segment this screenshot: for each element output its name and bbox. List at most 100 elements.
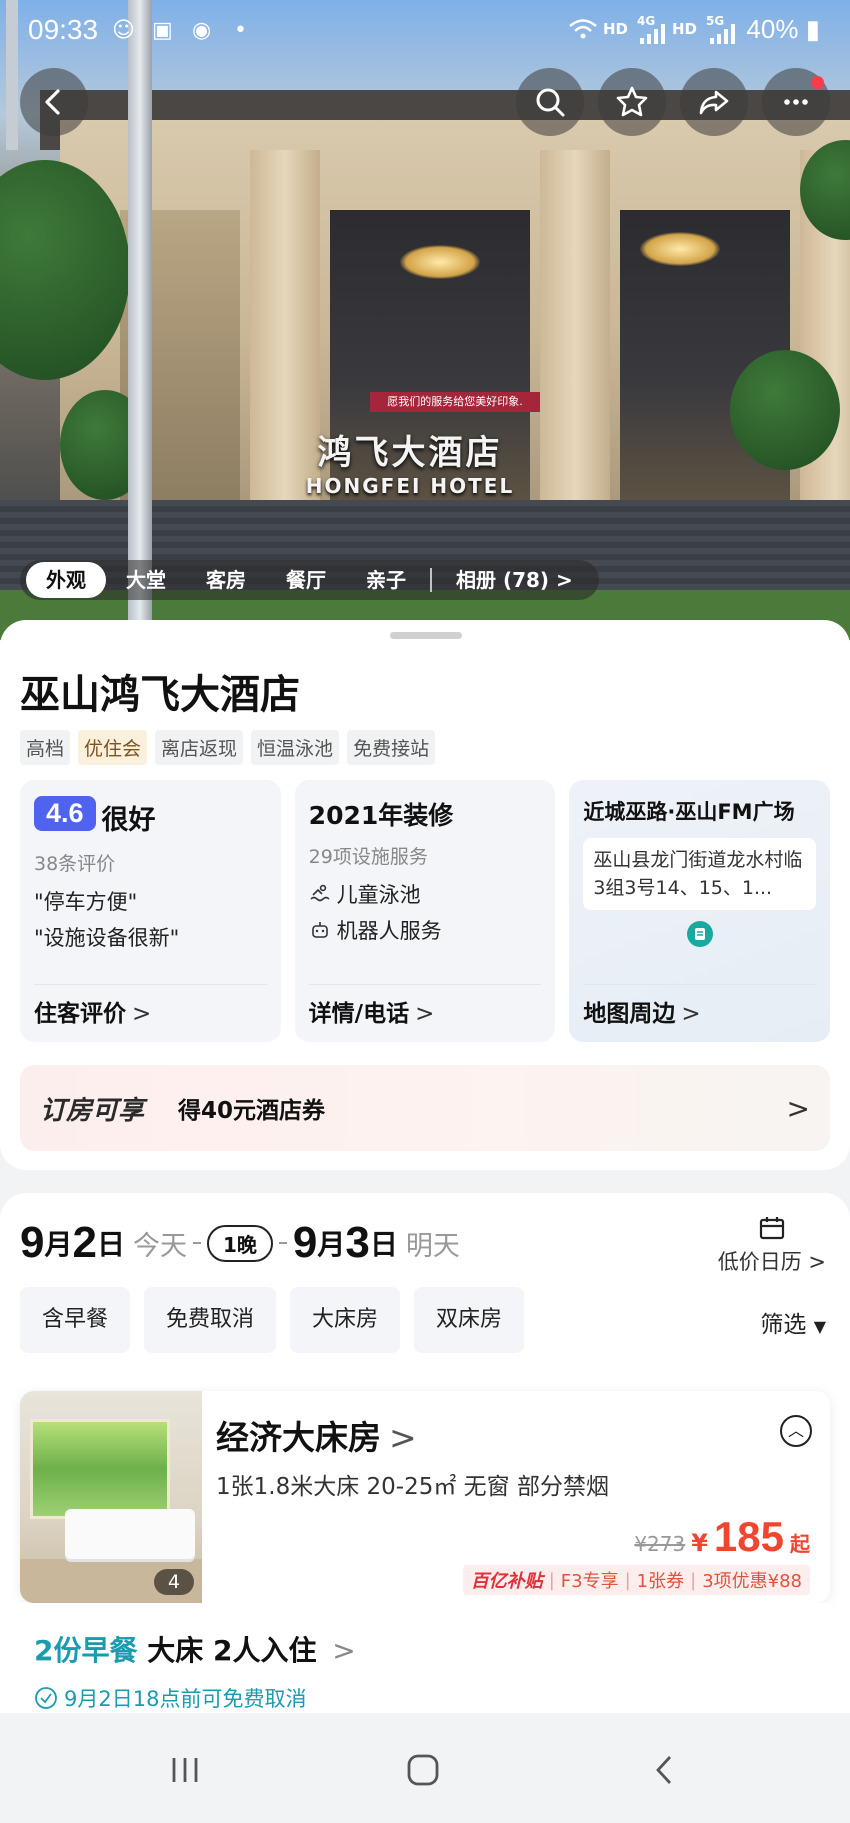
facility-card[interactable]: 2021年装修 29项设施服务 儿童泳池 机器人服务 详情/电话 > xyxy=(294,780,556,1042)
room-photo-bed xyxy=(65,1509,195,1559)
deal-divider: | xyxy=(690,1569,697,1591)
room-card[interactable]: 4 经济大床房 > ︿ 1张1.8米大床 20-25㎡ 无窗 部分禁烟 ¥273 … xyxy=(20,1391,830,1603)
review-link[interactable]: 住客评价 > xyxy=(34,984,267,1042)
photo-tab-restaurant[interactable]: 餐厅 xyxy=(266,562,346,598)
share-icon xyxy=(699,90,729,115)
low-price-calendar-button[interactable]: 低价日历 > xyxy=(718,1215,826,1276)
more-notifications-dot: • xyxy=(234,18,247,43)
more-icon xyxy=(784,99,808,105)
signal-icon xyxy=(708,24,736,50)
hotel-tag: 恒温泳池 xyxy=(251,730,340,765)
rate-guests: 2人入住 xyxy=(213,1634,317,1667)
chevron-up-icon: ︿ xyxy=(787,1421,804,1440)
date-dash xyxy=(193,1242,201,1244)
check-circle-icon xyxy=(35,1687,57,1709)
map-pin-icon xyxy=(686,921,713,947)
hotel-tag-member[interactable]: 优住会 xyxy=(78,730,148,765)
rate-plan-title: 2份早餐 大床 2人入住 > xyxy=(34,1629,356,1669)
details-link[interactable]: 详情/电话 > xyxy=(308,984,542,1042)
review-quote: "停车方便" xyxy=(34,890,138,914)
calendar-icon xyxy=(759,1217,784,1240)
date-selector[interactable]: 9月2日 今天 1晚 9月3日 明天 xyxy=(20,1213,830,1273)
signal-icon xyxy=(638,24,666,50)
free-cancel-note: 9月2日18点前可免费取消 xyxy=(34,1683,306,1713)
chevron-right-icon: > xyxy=(332,1634,356,1667)
filter-label: 筛选 xyxy=(760,1312,807,1338)
photo-category-tabs: 外观 大堂 客房 餐厅 亲子 相册 (78) > xyxy=(20,560,599,600)
hero-tree xyxy=(730,350,840,470)
recent-apps-button[interactable] xyxy=(168,1753,202,1791)
review-card[interactable]: 4.6 很好 38条评价 "停车方便" "设施设备很新" 住客评价 > xyxy=(20,780,281,1042)
deal-item: F3专享 xyxy=(560,1571,619,1592)
location-title: 近城巫路·巫山FM广场 xyxy=(583,800,795,824)
app-notification-icon: ◉ xyxy=(192,18,212,43)
month-char: 月 xyxy=(44,1228,73,1261)
hotel-tag: 离店返现 xyxy=(155,730,244,765)
hotel-tag: 高档 xyxy=(20,730,71,765)
renovation-year: 2021年装修 xyxy=(308,801,454,830)
filter-chip-twin-bed[interactable]: 双床房 xyxy=(414,1287,525,1353)
photo-tab-exterior[interactable]: 外观 xyxy=(26,562,106,598)
promo-text: 得40元酒店券 xyxy=(178,1098,326,1124)
caret-down-icon: ▼ xyxy=(813,1317,826,1336)
map-pin xyxy=(583,920,816,952)
room-spec: 1张1.8米大床 20-25㎡ 无窗 部分禁烟 xyxy=(216,1474,609,1500)
room-photo[interactable]: 4 xyxy=(20,1391,202,1603)
filter-chip-king-bed[interactable]: 大床房 xyxy=(290,1287,401,1353)
hero-flagpole xyxy=(128,0,152,620)
back-button[interactable] xyxy=(20,68,88,136)
checkin-label: 今天 xyxy=(133,1230,187,1262)
system-back-icon xyxy=(656,1756,672,1784)
room-filter-chips: 含早餐 免费取消 大床房 双床房 xyxy=(20,1287,525,1353)
hotel-sign-cn: 鸿飞大酒店 xyxy=(317,433,503,473)
system-nav-bar xyxy=(0,1723,850,1823)
room-deals[interactable]: 百亿补贴 | F3专享 | 1张券 | 3项优惠¥88 xyxy=(462,1565,810,1595)
facility-count: 29项设施服务 xyxy=(308,846,428,868)
battery-icon: ▮ xyxy=(805,14,820,44)
details-link-label: 详情/电话 xyxy=(308,1001,410,1027)
review-score-word: 很好 xyxy=(101,805,156,836)
checkout-day: 3 xyxy=(345,1218,370,1267)
filter-chip-free-cancel[interactable]: 免费取消 xyxy=(144,1287,277,1353)
chevron-right-icon: > xyxy=(556,568,573,592)
photo-tabs-divider xyxy=(430,568,432,592)
filter-button[interactable]: 筛选 ▼ xyxy=(760,1305,826,1339)
photo-tab-family[interactable]: 亲子 xyxy=(346,562,426,598)
hero-banner: 愿我们的服务给您美好印象. xyxy=(370,392,540,412)
nights-count: 1晚 xyxy=(207,1224,273,1262)
search-button[interactable] xyxy=(516,68,584,136)
rate-plan[interactable]: 2份早餐 大床 2人入住 > 9月2日18点前可免费取消 xyxy=(20,1603,830,1713)
rate-breakfast: 2份早餐 xyxy=(34,1634,138,1667)
photo-album-link[interactable]: 相册 (78) > xyxy=(436,562,593,598)
month-char: 月 xyxy=(317,1228,346,1261)
share-button[interactable] xyxy=(680,68,748,136)
sheet-grabber[interactable] xyxy=(390,632,462,639)
deal-item: 3项优惠¥88 xyxy=(702,1571,802,1592)
star-icon xyxy=(616,86,648,117)
hotel-tags: 高档 优住会 离店返现 恒温泳池 免费接站 xyxy=(20,730,436,765)
booking-sheet: 9月2日 今天 1晚 9月3日 明天 低价日历 > 含早餐 免费取消 大床房 双… xyxy=(0,1193,850,1713)
currency-symbol: ¥ xyxy=(691,1529,708,1557)
facility-item: 机器人服务 xyxy=(309,915,542,945)
booking-promo-banner[interactable]: 订房可享 得40元酒店券 > xyxy=(20,1065,830,1151)
gallery-icon: ▣ xyxy=(152,18,173,43)
more-button[interactable] xyxy=(762,68,830,136)
system-back-button[interactable] xyxy=(648,1753,682,1791)
home-button[interactable] xyxy=(406,1753,440,1791)
photo-tab-lobby[interactable]: 大堂 xyxy=(106,562,186,598)
facility-label: 儿童泳池 xyxy=(336,883,421,907)
room-title[interactable]: 经济大床房 > xyxy=(216,1411,417,1459)
promo-brand: 订房可享 xyxy=(40,1095,145,1126)
info-cards: 4.6 很好 38条评价 "停车方便" "设施设备很新" 住客评价 > 2021年装… xyxy=(20,780,831,1042)
search-icon xyxy=(536,88,565,117)
back-arrow-icon xyxy=(45,89,60,115)
recent-apps-icon xyxy=(172,1758,198,1782)
chevron-right-icon: > xyxy=(132,1001,152,1027)
filter-chip-breakfast[interactable]: 含早餐 xyxy=(20,1287,131,1353)
map-link[interactable]: 地图周边 > xyxy=(583,984,817,1042)
photo-tab-rooms[interactable]: 客房 xyxy=(186,562,266,598)
chevron-right-icon: > xyxy=(681,1001,701,1027)
favorite-button[interactable] xyxy=(598,68,666,136)
location-card[interactable]: 近城巫路·巫山FM广场 巫山县龙门街道龙水村临3组3号14、15、1... 地图… xyxy=(569,780,831,1042)
collapse-button[interactable]: ︿ xyxy=(780,1415,812,1447)
